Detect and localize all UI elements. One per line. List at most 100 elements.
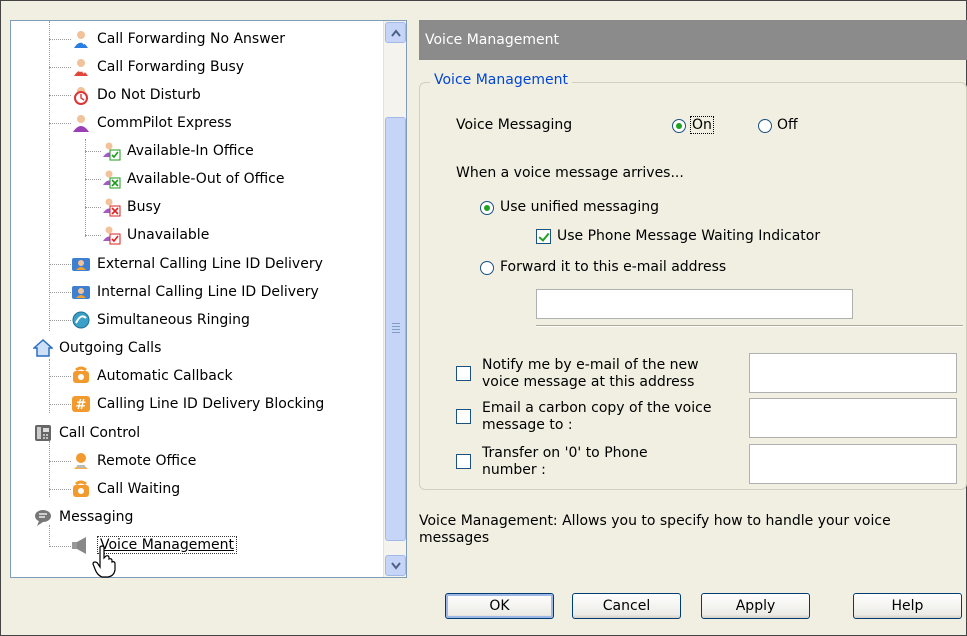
- feature-tree[interactable]: Call Forwarding No Answer Call Forwardin…: [10, 20, 407, 578]
- scroll-down-button[interactable]: [385, 555, 406, 576]
- tree-item-label: Busy: [127, 199, 162, 215]
- call-forwarding-busy-icon: [71, 57, 91, 77]
- transfer-zero-input[interactable]: [749, 444, 957, 484]
- svg-text:#: #: [76, 398, 87, 413]
- transfer-zero-label-line2: number :: [482, 462, 546, 478]
- tree-item-label: Call Forwarding Busy: [97, 59, 245, 75]
- notify-email-input[interactable]: [749, 353, 957, 393]
- tree-item-available-in-office[interactable]: Available-In Office: [101, 139, 254, 163]
- simultaneous-ringing-icon: [71, 310, 91, 330]
- tree-item-automatic-callback[interactable]: Automatic Callback: [71, 364, 233, 388]
- chevron-down-icon: [390, 561, 401, 570]
- tree-item-call-forwarding-no-answer[interactable]: Call Forwarding No Answer: [71, 27, 285, 51]
- tree-connector: [49, 320, 71, 321]
- carbon-copy-label-line2: message to :: [482, 417, 573, 433]
- notify-email-label[interactable]: Notify me by e-mail of the new voice mes…: [482, 357, 699, 391]
- notify-email-checkbox[interactable]: [456, 366, 471, 381]
- tree-item-label: Calling Line ID Delivery Blocking: [97, 396, 325, 412]
- internal-calling-line-id-icon: [71, 282, 91, 302]
- tree-item-commpilot-express[interactable]: CommPilot Express: [71, 111, 232, 135]
- tree-item-busy[interactable]: Busy: [101, 195, 161, 219]
- transfer-zero-label[interactable]: Transfer on '0' to Phone number :: [482, 445, 648, 479]
- forward-email-input[interactable]: [536, 289, 853, 319]
- available-out-of-office-icon: [101, 169, 121, 189]
- tree-item-label: Remote Office: [97, 453, 197, 469]
- remote-office-icon: [71, 451, 91, 471]
- automatic-callback-icon: [71, 366, 91, 386]
- commpilot-express-icon: [71, 113, 91, 133]
- unavailable-icon: [101, 225, 121, 245]
- tree-connector: [49, 461, 71, 462]
- external-calling-line-id-icon: [71, 254, 91, 274]
- tree-connector: [85, 207, 101, 208]
- tree-item-label: Automatic Callback: [97, 368, 233, 384]
- tree-item-calling-line-id-blocking[interactable]: # Calling Line ID Delivery Blocking: [71, 392, 324, 416]
- tree-connector: [49, 95, 71, 96]
- tree-connector: [49, 489, 71, 490]
- tree-item-simultaneous-ringing[interactable]: Simultaneous Ringing: [71, 308, 250, 332]
- voice-messaging-on-label[interactable]: On: [690, 116, 714, 134]
- tree-item-label: Outgoing Calls: [59, 340, 162, 356]
- unified-messaging-label[interactable]: Use unified messaging: [500, 199, 659, 215]
- tree-connector: [49, 139, 50, 331]
- tree-item-label: Messaging: [59, 509, 134, 525]
- scroll-up-button[interactable]: [385, 22, 406, 43]
- hand-cursor-icon: [92, 545, 116, 583]
- voice-messaging-on-radio[interactable]: [672, 119, 686, 133]
- page-header: Voice Management: [419, 20, 967, 60]
- tree-item-outgoing-calls[interactable]: Outgoing Calls: [33, 336, 161, 360]
- cancel-button[interactable]: Cancel: [572, 593, 681, 619]
- forward-email-label[interactable]: Forward it to this e-mail address: [500, 259, 726, 275]
- apply-button[interactable]: Apply: [701, 593, 810, 619]
- busy-icon: [101, 197, 121, 217]
- tree-item-do-not-disturb[interactable]: Do Not Disturb: [71, 83, 201, 107]
- call-forwarding-no-answer-icon: [71, 29, 91, 49]
- scroll-thumb[interactable]: [385, 117, 406, 541]
- mwi-checkbox[interactable]: [536, 229, 551, 244]
- scroll-grip: [392, 323, 400, 335]
- tree-connector: [85, 235, 101, 236]
- tree-item-call-forwarding-busy[interactable]: Call Forwarding Busy: [71, 55, 244, 79]
- tree-item-external-calling-line-id[interactable]: External Calling Line ID Delivery: [71, 252, 323, 276]
- separator: [536, 325, 963, 327]
- tree-connector: [49, 292, 71, 293]
- call-waiting-icon: [71, 479, 91, 499]
- tree-item-call-waiting[interactable]: Call Waiting: [71, 477, 180, 501]
- tree-item-internal-calling-line-id[interactable]: Internal Calling Line ID Delivery: [71, 280, 319, 304]
- tree-item-label: Do Not Disturb: [97, 87, 201, 103]
- tree-connector: [49, 67, 71, 68]
- tree-item-label: Available-In Office: [127, 143, 254, 159]
- tree-item-available-out-of-office[interactable]: Available-Out of Office: [101, 167, 284, 191]
- tree-connector: [85, 151, 101, 152]
- tree-connector: [49, 546, 71, 547]
- mwi-label[interactable]: Use Phone Message Waiting Indicator: [557, 228, 820, 244]
- tree-item-remote-office[interactable]: Remote Office: [71, 449, 196, 473]
- tree-item-label: External Calling Line ID Delivery: [97, 256, 323, 272]
- tree-item-call-control[interactable]: Call Control: [33, 421, 140, 445]
- forward-email-radio[interactable]: [480, 261, 494, 275]
- voice-management-icon: [71, 535, 91, 555]
- ok-button[interactable]: OK: [445, 593, 554, 619]
- tree-item-label: Call Control: [59, 425, 141, 441]
- tree-item-label: Available-Out of Office: [127, 171, 285, 187]
- unified-messaging-radio[interactable]: [480, 201, 494, 215]
- tree-item-messaging[interactable]: Messaging: [33, 505, 133, 529]
- tree-item-label: Voice Management: [97, 536, 237, 554]
- carbon-copy-input[interactable]: [749, 398, 957, 438]
- tree-scrollbar[interactable]: [383, 21, 406, 577]
- tree-item-label: Simultaneous Ringing: [97, 312, 250, 328]
- description-text: Voice Management: Allows you to specify …: [419, 513, 891, 546]
- tree-connector: [49, 123, 71, 124]
- tree-connector: [49, 39, 71, 40]
- help-button[interactable]: Help: [853, 593, 962, 619]
- tree-item-label: Unavailable: [127, 227, 210, 243]
- arrival-label: When a voice message arrives...: [456, 165, 684, 181]
- voice-messaging-off-radio[interactable]: [758, 119, 772, 133]
- outgoing-calls-icon: [33, 338, 53, 358]
- transfer-zero-checkbox[interactable]: [456, 454, 471, 469]
- carbon-copy-label[interactable]: Email a carbon copy of the voice message…: [482, 400, 711, 434]
- notify-email-label-line1: Notify me by e-mail of the new: [482, 357, 699, 373]
- tree-item-unavailable[interactable]: Unavailable: [101, 223, 209, 247]
- voice-messaging-off-label[interactable]: Off: [777, 117, 798, 133]
- carbon-copy-checkbox[interactable]: [456, 409, 471, 424]
